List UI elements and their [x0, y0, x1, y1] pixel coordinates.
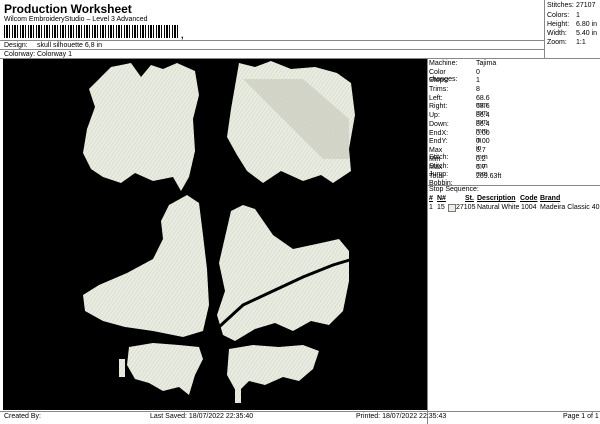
- divider: [0, 40, 544, 41]
- zoom-value: 1:1: [576, 39, 586, 46]
- divider: [427, 58, 428, 411]
- left-forehead-patch: [83, 63, 199, 191]
- spec-label: Total Bobbin:: [429, 172, 453, 187]
- jaw-drip-left: [119, 359, 125, 377]
- zoom-label: Zoom:: [547, 39, 567, 46]
- spec-value: Tajima: [476, 60, 497, 67]
- barcode-mark: ,: [181, 30, 184, 40]
- width-label: Width:: [547, 30, 567, 37]
- row-st: 27105: [456, 204, 476, 211]
- spec-label: EndY:: [429, 138, 448, 146]
- row-description: Natural White: [477, 204, 520, 211]
- jaw-left-patch: [127, 343, 203, 395]
- colorway-label: Colorway:: [4, 51, 36, 58]
- worksheet-title: Production Worksheet: [4, 2, 132, 16]
- spec-value: 209.63ft: [476, 172, 502, 180]
- row-n: 15: [437, 204, 445, 211]
- col-brand: Brand: [540, 195, 561, 202]
- colors-value: 1: [576, 12, 580, 19]
- barcode: [4, 25, 180, 38]
- spec-label: Up:: [429, 112, 440, 120]
- col-num: #: [429, 195, 433, 202]
- spec-value: 1: [476, 77, 480, 85]
- spec-value: 8: [476, 86, 480, 94]
- divider: [0, 49, 544, 50]
- colorway-value: Colorway 1: [37, 51, 73, 58]
- col-st: St.: [465, 195, 474, 202]
- col-n: N#: [437, 195, 446, 202]
- divider: [544, 0, 545, 58]
- spec-label: Right:: [429, 103, 448, 111]
- design-value: skull silhouette 6,8 in: [37, 42, 102, 49]
- stop-sequence-title: Stop Sequence:: [429, 186, 479, 193]
- stitches-label: Stitches:: [547, 2, 574, 9]
- printed-date: Printed: 18/07/2022 22:35:43: [356, 413, 447, 420]
- spec-label: Machine:: [429, 60, 458, 67]
- jaw-drip-right: [235, 389, 241, 403]
- spec-label: Down:: [429, 120, 449, 128]
- design-preview: [3, 59, 427, 410]
- left-cheek-patch: [83, 195, 209, 337]
- spec-label: EndX:: [429, 129, 449, 137]
- row-code: 1004: [521, 204, 537, 211]
- colors-label: Colors:: [547, 12, 570, 19]
- spec-label: Left:: [429, 94, 443, 102]
- col-description: Description: [477, 195, 516, 202]
- thread-color-swatch: [448, 204, 456, 212]
- row-brand: Madeira Classic 40: [540, 204, 600, 211]
- stitches-value: 27107: [576, 2, 596, 9]
- width-value: 5.40 in: [576, 30, 598, 37]
- design-label: Design:: [4, 42, 28, 49]
- software-name: Wilcom EmbroideryStudio – Level 3 Advanc…: [4, 16, 148, 23]
- height-label: Height:: [547, 21, 570, 28]
- divider: [0, 411, 600, 412]
- height-value: 6.80 in: [576, 21, 598, 28]
- row-num: 1: [429, 204, 433, 211]
- created-by: Created By:: [4, 413, 41, 420]
- last-saved: Last Saved: 18/07/2022 22:35:40: [150, 413, 254, 420]
- right-cheek-patch: [217, 205, 349, 341]
- spec-value: 0: [476, 68, 480, 76]
- spec-label: Stops:: [429, 77, 449, 85]
- col-code: Code: [520, 195, 538, 202]
- page-number: Page 1 of 1: [563, 413, 599, 420]
- skull-embroidery-image: [83, 61, 355, 403]
- jaw-right-patch: [227, 345, 319, 393]
- spec-label: Trims:: [429, 86, 449, 94]
